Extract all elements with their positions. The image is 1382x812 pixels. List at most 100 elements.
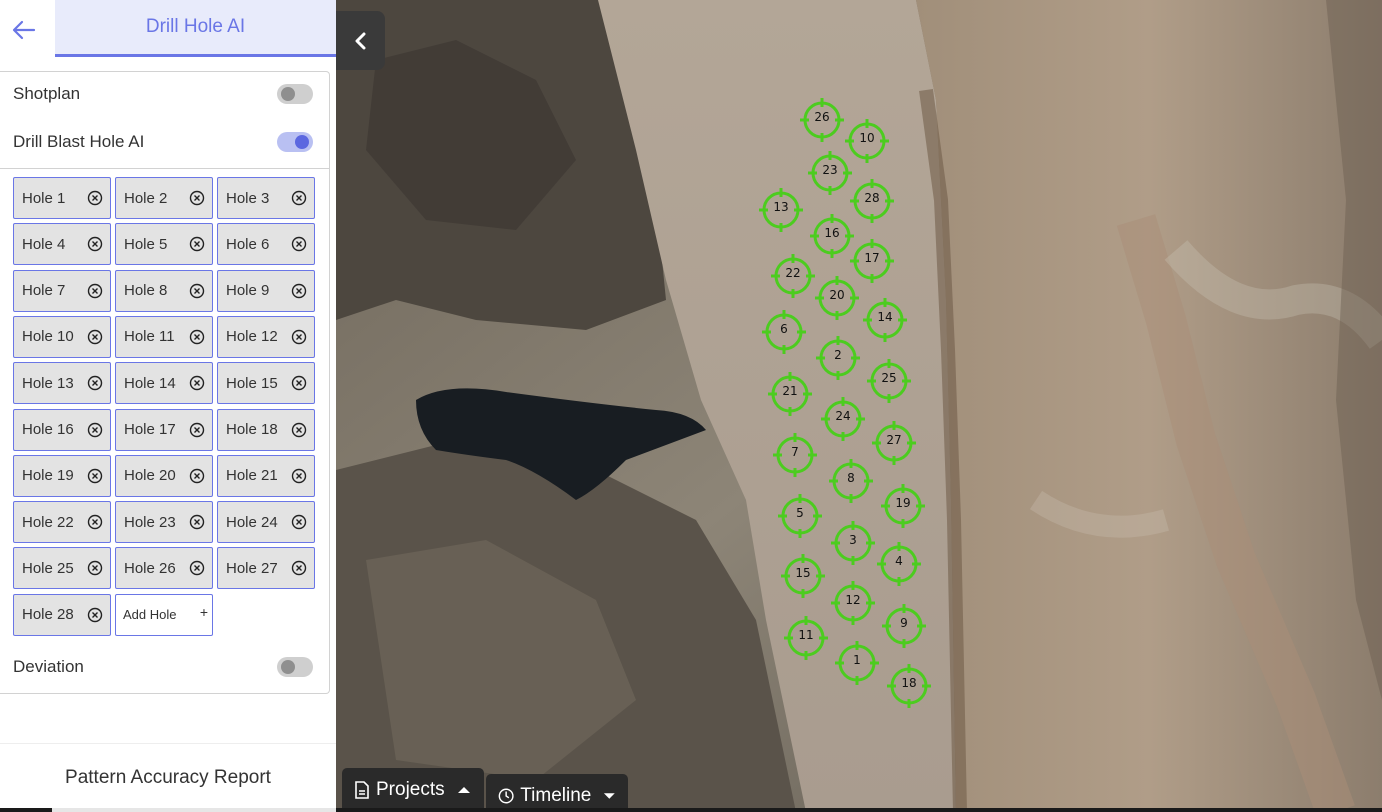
hole-chip[interactable]: Hole 28	[13, 593, 111, 636]
hole-marker[interactable]: 11	[781, 613, 831, 663]
hole-chip[interactable]: Hole 23	[115, 501, 213, 544]
hole-chip[interactable]: Hole 12	[217, 315, 315, 358]
hole-chip[interactable]: Hole 1	[13, 177, 111, 219]
remove-hole-icon[interactable]	[291, 514, 307, 530]
hole-chip[interactable]: Hole 20	[115, 454, 213, 497]
hole-chip-label: Hole 22	[22, 513, 74, 531]
hole-marker[interactable]: 22	[768, 251, 818, 301]
remove-hole-icon[interactable]	[189, 514, 205, 530]
hole-chip[interactable]: Hole 11	[115, 315, 213, 358]
hole-marker-label: 27	[886, 433, 902, 447]
remove-hole-icon[interactable]	[291, 560, 307, 576]
hole-marker[interactable]: 6	[759, 307, 809, 357]
remove-hole-icon[interactable]	[189, 190, 205, 206]
remove-hole-icon[interactable]	[291, 422, 307, 438]
hole-chip[interactable]: Hole 14	[115, 362, 213, 405]
hole-chip[interactable]: Hole 5	[115, 223, 213, 266]
remove-hole-icon[interactable]	[291, 190, 307, 206]
hole-marker[interactable]: 8	[826, 456, 876, 506]
remove-hole-icon[interactable]	[189, 560, 205, 576]
orthomosaic-map[interactable]: 26 10 23 28 13 16 17 22 20 14 6 2 25 21 24 27 7 8 19 5 3 4 15 1…	[336, 0, 1382, 812]
hole-chip[interactable]: Hole 16	[13, 408, 111, 451]
hole-marker[interactable]: 25	[864, 356, 914, 406]
hole-chip[interactable]: Hole 8	[115, 269, 213, 312]
hole-chip[interactable]: Hole 7	[13, 269, 111, 312]
remove-hole-icon[interactable]	[291, 236, 307, 252]
timeline-button[interactable]: Timeline	[486, 774, 628, 812]
hole-chip[interactable]: Hole 9	[217, 269, 315, 312]
hole-marker[interactable]: 13	[756, 185, 806, 235]
hole-chip[interactable]: Hole 27	[217, 547, 315, 590]
collapse-sidebar-button[interactable]	[336, 11, 385, 70]
deviation-row: Deviation	[13, 652, 313, 682]
hole-chip[interactable]: Hole 26	[115, 547, 213, 590]
hole-chip-label: Hole 25	[22, 559, 74, 577]
hole-chip[interactable]: Hole 13	[13, 362, 111, 405]
hole-marker[interactable]: 21	[765, 369, 815, 419]
remove-hole-icon[interactable]	[87, 375, 103, 391]
remove-hole-icon[interactable]	[87, 329, 103, 345]
remove-hole-icon[interactable]	[291, 283, 307, 299]
hole-chip[interactable]: Hole 18	[217, 408, 315, 451]
hole-marker[interactable]: 18	[884, 661, 934, 711]
remove-hole-icon[interactable]	[291, 468, 307, 484]
hole-marker[interactable]: 20	[812, 273, 862, 323]
add-hole-button[interactable]: Add Hole +	[115, 593, 213, 636]
hole-chip[interactable]: Hole 24	[217, 501, 315, 544]
remove-hole-icon[interactable]	[87, 422, 103, 438]
hole-marker[interactable]: 15	[778, 551, 828, 601]
remove-hole-icon[interactable]	[189, 283, 205, 299]
hole-chip[interactable]: Hole 17	[115, 408, 213, 451]
hole-marker[interactable]: 4	[874, 539, 924, 589]
hole-chip-label: Hole 26	[124, 559, 176, 577]
hole-chip[interactable]: Hole 15	[217, 362, 315, 405]
pattern-accuracy-report-button[interactable]: Pattern Accuracy Report	[65, 767, 271, 789]
remove-hole-icon[interactable]	[189, 375, 205, 391]
hole-marker[interactable]: 27	[869, 418, 919, 468]
hole-chip[interactable]: Hole 6	[217, 223, 315, 266]
remove-hole-icon[interactable]	[291, 375, 307, 391]
hole-marker[interactable]: 7	[770, 430, 820, 480]
hole-marker[interactable]: 5	[775, 491, 825, 541]
hole-marker[interactable]: 3	[828, 518, 878, 568]
remove-hole-icon[interactable]	[189, 236, 205, 252]
remove-hole-icon[interactable]	[87, 560, 103, 576]
remove-hole-icon[interactable]	[189, 468, 205, 484]
remove-hole-icon[interactable]	[189, 422, 205, 438]
hole-marker[interactable]: 2	[813, 333, 863, 383]
document-icon	[355, 781, 369, 799]
footer-scrollbar-thumb	[0, 808, 52, 812]
hole-chip[interactable]: Hole 19	[13, 454, 111, 497]
hole-chip[interactable]: Hole 4	[13, 223, 111, 266]
hole-chip[interactable]: Hole 21	[217, 454, 315, 497]
projects-button[interactable]: Projects	[342, 768, 484, 812]
hole-marker-label: 2	[834, 348, 842, 362]
drill-blast-hole-ai-toggle[interactable]	[277, 132, 313, 152]
hole-marker[interactable]: 24	[818, 394, 868, 444]
hole-marker-label: 5	[796, 506, 804, 520]
hole-marker[interactable]: 26	[797, 95, 847, 145]
hole-marker-label: 10	[859, 131, 875, 145]
hole-chip[interactable]: Hole 10	[13, 315, 111, 358]
remove-hole-icon[interactable]	[291, 329, 307, 345]
remove-hole-icon[interactable]	[87, 514, 103, 530]
hole-chip[interactable]: Hole 25	[13, 547, 111, 590]
remove-hole-icon[interactable]	[87, 236, 103, 252]
back-button[interactable]	[10, 16, 38, 44]
hole-chip[interactable]: Hole 2	[115, 177, 213, 219]
hole-chip[interactable]: Hole 22	[13, 501, 111, 544]
hole-chip-label: Hole 9	[226, 282, 270, 300]
hole-marker[interactable]: 1	[832, 638, 882, 688]
hole-marker[interactable]: 14	[860, 295, 910, 345]
remove-hole-icon[interactable]	[87, 283, 103, 299]
hole-marker[interactable]: 19	[878, 481, 928, 531]
shotplan-toggle[interactable]	[277, 84, 313, 104]
hole-chip[interactable]: Hole 3	[217, 177, 315, 219]
deviation-toggle[interactable]	[277, 657, 313, 677]
hole-marker[interactable]: 12	[828, 578, 878, 628]
remove-hole-icon[interactable]	[189, 329, 205, 345]
hole-marker[interactable]: 9	[879, 601, 929, 651]
remove-hole-icon[interactable]	[87, 607, 103, 623]
remove-hole-icon[interactable]	[87, 468, 103, 484]
remove-hole-icon[interactable]	[87, 190, 103, 206]
